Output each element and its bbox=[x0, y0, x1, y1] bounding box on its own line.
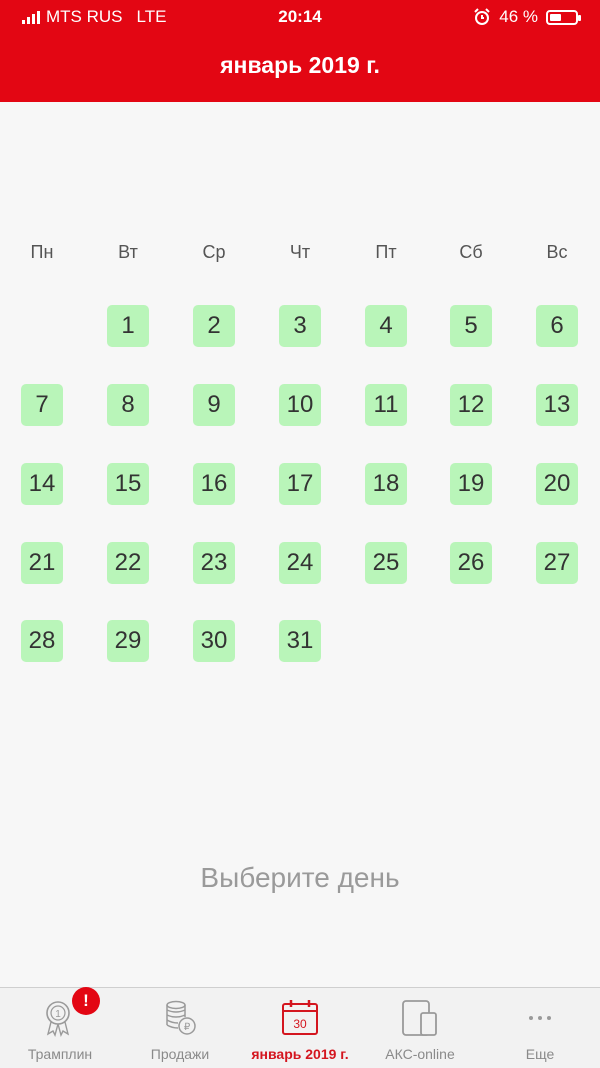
calendar-day[interactable]: 3 bbox=[279, 305, 321, 347]
calendar-icon-day: 30 bbox=[293, 1017, 307, 1031]
calendar-day[interactable]: 4 bbox=[365, 305, 407, 347]
calendar-icon: 30 bbox=[282, 1000, 318, 1035]
app-header: MTS RUS LTE 20:14 46 % январь 2019 г. bbox=[0, 0, 600, 102]
weekday-label: Вт bbox=[118, 242, 138, 262]
calendar-day[interactable]: 6 bbox=[536, 305, 578, 347]
calendar-day[interactable]: 30 bbox=[193, 620, 235, 662]
calendar-day[interactable]: 10 bbox=[279, 384, 321, 426]
calendar-day[interactable]: 18 bbox=[365, 463, 407, 505]
calendar-day[interactable]: 7 bbox=[21, 384, 63, 426]
svg-text:1: 1 bbox=[55, 1009, 61, 1020]
select-day-hint: Выберите день bbox=[200, 862, 400, 893]
tab-label: Продажи bbox=[150, 1046, 210, 1062]
calendar-day[interactable]: 28 bbox=[21, 620, 63, 662]
weekday-header: Пн Вт Ср Чт Пт Сб Вс bbox=[0, 242, 600, 268]
calendar-day[interactable]: 15 bbox=[107, 463, 149, 505]
calendar-day[interactable]: 16 bbox=[193, 463, 235, 505]
tab-aks-online[interactable]: АКС-online bbox=[360, 988, 480, 1068]
calendar-day[interactable]: 17 bbox=[279, 463, 321, 505]
calendar-day[interactable]: 2 bbox=[193, 305, 235, 347]
calendar-day[interactable]: 20 bbox=[536, 463, 578, 505]
battery-percent: 46 % bbox=[499, 7, 538, 26]
tab-calendar[interactable]: 30 январь 2019 г. bbox=[240, 988, 360, 1068]
calendar-day[interactable]: 12 bbox=[450, 384, 492, 426]
calendar-day[interactable]: 23 bbox=[193, 542, 235, 584]
calendar-day[interactable]: 1 bbox=[107, 305, 149, 347]
page-title: январь 2019 г. bbox=[220, 52, 380, 78]
calendar-day[interactable]: 27 bbox=[536, 542, 578, 584]
status-bar: MTS RUS LTE 20:14 46 % bbox=[0, 0, 600, 34]
tab-label: АКС-online bbox=[385, 1046, 455, 1062]
weekday-label: Ср bbox=[202, 242, 226, 262]
calendar-day[interactable]: 25 bbox=[365, 542, 407, 584]
tab-label: Трамплин bbox=[27, 1046, 93, 1062]
devices-icon bbox=[402, 1000, 437, 1036]
weekday-label: Вс bbox=[546, 242, 568, 262]
svg-text:₽: ₽ bbox=[184, 1022, 191, 1033]
calendar-day[interactable]: 26 bbox=[450, 542, 492, 584]
tab-label: январь 2019 г. bbox=[251, 1046, 349, 1062]
tab-bar: 1 ! Трамплин ₽ Продажи 30 январь 2019 г. bbox=[0, 987, 600, 1068]
weekday-label: Чт bbox=[289, 242, 311, 262]
calendar-day[interactable]: 19 bbox=[450, 463, 492, 505]
calendar-day[interactable]: 29 bbox=[107, 620, 149, 662]
tab-prodazhi[interactable]: ₽ Продажи bbox=[120, 988, 240, 1068]
calendar-day[interactable]: 8 bbox=[107, 384, 149, 426]
weekday-label: Сб bbox=[459, 242, 483, 262]
calendar-day[interactable]: 21 bbox=[21, 542, 63, 584]
calendar-day[interactable]: 14 bbox=[21, 463, 63, 505]
tab-more[interactable]: Еще bbox=[480, 988, 600, 1068]
calendar-day[interactable]: 24 bbox=[279, 542, 321, 584]
calendar-day[interactable]: 5 bbox=[450, 305, 492, 347]
more-icon bbox=[529, 1016, 551, 1020]
calendar-day[interactable]: 31 bbox=[279, 620, 321, 662]
calendar-day[interactable]: 22 bbox=[107, 542, 149, 584]
weekday-label: Пн bbox=[30, 242, 54, 262]
weekday-label: Пт bbox=[375, 242, 397, 262]
calendar-day[interactable]: 11 bbox=[365, 384, 407, 426]
calendar-day[interactable]: 9 bbox=[193, 384, 235, 426]
notification-badge: ! bbox=[72, 987, 100, 1015]
calendar-day[interactable]: 13 bbox=[536, 384, 578, 426]
tab-tramplin[interactable]: 1 ! Трамплин bbox=[0, 987, 120, 1068]
alarm-icon bbox=[474, 8, 490, 25]
tab-label: Еще bbox=[525, 1046, 555, 1062]
battery-icon bbox=[546, 9, 581, 25]
coins-icon: ₽ bbox=[166, 1000, 196, 1035]
